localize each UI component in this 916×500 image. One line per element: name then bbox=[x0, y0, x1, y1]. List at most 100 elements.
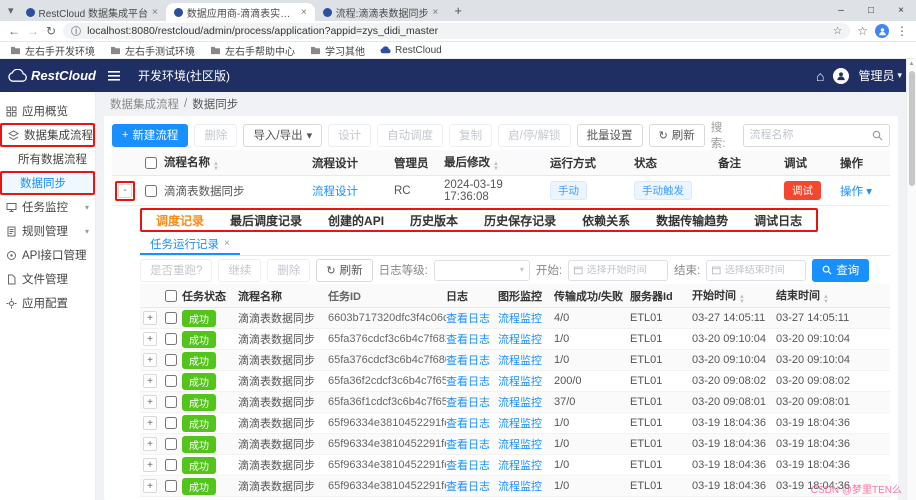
start-stop-unlock-button[interactable]: 启/停/解锁 bbox=[498, 124, 570, 147]
refresh-task-button[interactable]: ↻刷新 bbox=[316, 259, 372, 282]
process-monitor-link[interactable]: 流程监控 bbox=[498, 355, 542, 367]
process-design-link[interactable]: 流程设计 bbox=[312, 186, 358, 198]
sidebar-item-rule-mgmt[interactable]: 规则管理 ▾ bbox=[0, 219, 95, 243]
scroll-up-icon[interactable]: ▲ bbox=[907, 59, 916, 69]
col-last-modified[interactable]: 最后修改▲▼ bbox=[444, 154, 550, 171]
close-icon[interactable]: × bbox=[224, 238, 230, 249]
view-log-link[interactable]: 查看日志 bbox=[446, 355, 490, 367]
sidebar-item-data-integration[interactable]: 数据集成流程 ▾ bbox=[0, 123, 95, 147]
search-icon[interactable] bbox=[872, 130, 883, 141]
browser-tab-1[interactable]: RestCloud 数据集成平台 × bbox=[18, 3, 166, 21]
row-collapse-button[interactable]: - bbox=[118, 184, 132, 198]
refresh-button[interactable]: ↻刷新 bbox=[649, 124, 705, 147]
process-monitor-link[interactable]: 流程监控 bbox=[498, 376, 542, 388]
process-monitor-link[interactable]: 流程监控 bbox=[498, 439, 542, 451]
reload-icon[interactable]: ↻ bbox=[46, 24, 56, 38]
row-expand-button[interactable]: + bbox=[143, 332, 157, 346]
user-avatar[interactable] bbox=[833, 68, 849, 84]
row-checkbox[interactable] bbox=[165, 396, 177, 408]
row-expand-button[interactable]: + bbox=[143, 311, 157, 325]
sidebar-item-task-monitor[interactable]: 任务监控 ▾ bbox=[0, 195, 95, 219]
tab-dependencies[interactable]: 依赖关系 bbox=[582, 212, 630, 229]
row-expand-button[interactable]: + bbox=[143, 353, 157, 367]
delete-button[interactable]: 删除 bbox=[194, 124, 237, 147]
row-checkbox[interactable] bbox=[165, 459, 177, 471]
sort-icon[interactable]: ▲▼ bbox=[823, 295, 829, 304]
select-all-checkbox[interactable] bbox=[165, 290, 177, 302]
row-expand-button[interactable]: + bbox=[143, 458, 157, 472]
design-button[interactable]: 设计 bbox=[328, 124, 371, 147]
row-checkbox[interactable] bbox=[165, 354, 177, 366]
bookmark-star-icon[interactable]: ☆ bbox=[833, 25, 842, 37]
process-name[interactable]: 滴滴表数据同步 bbox=[164, 183, 312, 199]
bookmark-item[interactable]: 左右手测试环境 bbox=[110, 43, 195, 58]
row-expand-button[interactable]: + bbox=[143, 479, 157, 493]
bookmark-item[interactable]: 学习其他 bbox=[310, 43, 365, 58]
tab-close-icon[interactable]: × bbox=[152, 7, 158, 18]
col-process-name[interactable]: 流程名称▲▼ bbox=[164, 154, 312, 171]
site-info-icon[interactable]: i bbox=[71, 26, 81, 36]
scrollbar-thumb[interactable] bbox=[909, 71, 915, 186]
browser-tab-3[interactable]: 流程:滴滴表数据同步 × bbox=[315, 3, 447, 21]
end-time-picker[interactable] bbox=[706, 260, 806, 281]
debug-badge[interactable]: 调试 bbox=[784, 181, 821, 200]
sidebar-item-api-mgmt[interactable]: API接口管理 bbox=[0, 243, 95, 267]
new-tab-button[interactable]: + bbox=[454, 3, 462, 18]
copy-button[interactable]: 复制 bbox=[449, 124, 492, 147]
tab-close-icon[interactable]: × bbox=[432, 7, 438, 18]
view-log-link[interactable]: 查看日志 bbox=[446, 334, 490, 346]
tab-history-versions[interactable]: 历史版本 bbox=[410, 212, 458, 229]
view-log-link[interactable]: 查看日志 bbox=[446, 313, 490, 325]
query-button[interactable]: 查询 bbox=[812, 259, 869, 282]
tab-search-icon[interactable]: ▾ bbox=[8, 4, 14, 17]
row-checkbox[interactable] bbox=[165, 333, 177, 345]
page-scrollbar[interactable]: ▲ bbox=[906, 59, 916, 500]
bookmark-item[interactable]: 左右手帮助中心 bbox=[210, 43, 295, 58]
back-icon[interactable]: ← bbox=[8, 24, 20, 38]
forward-icon[interactable]: → bbox=[27, 24, 39, 38]
sidebar-item-data-sync[interactable]: 数据同步 bbox=[0, 171, 95, 195]
process-monitor-link[interactable]: 流程监控 bbox=[498, 460, 542, 472]
sort-icon[interactable]: ▲▼ bbox=[213, 162, 219, 171]
close-button[interactable]: × bbox=[886, 0, 916, 21]
tab-created-api[interactable]: 创建的API bbox=[328, 212, 384, 229]
row-action-menu[interactable]: 操作 ▾ bbox=[840, 186, 872, 198]
extension-star-icon[interactable]: ☆ bbox=[857, 24, 868, 38]
row-checkbox[interactable] bbox=[165, 417, 177, 429]
row-checkbox[interactable] bbox=[165, 312, 177, 324]
search-input[interactable] bbox=[750, 129, 869, 141]
start-time-picker[interactable] bbox=[568, 260, 668, 281]
sort-icon[interactable]: ▲▼ bbox=[493, 162, 499, 171]
row-checkbox[interactable] bbox=[165, 480, 177, 492]
col-end-time[interactable]: 结束时间▲▼ bbox=[776, 287, 860, 304]
view-log-link[interactable]: 查看日志 bbox=[446, 460, 490, 472]
start-time-input[interactable] bbox=[587, 265, 662, 276]
user-menu[interactable]: 管理员 ▾ bbox=[858, 67, 902, 84]
row-expand-button[interactable]: + bbox=[143, 437, 157, 451]
continue-button[interactable]: 继续 bbox=[218, 259, 261, 282]
browser-profile-avatar[interactable] bbox=[875, 24, 889, 38]
process-monitor-link[interactable]: 流程监控 bbox=[498, 334, 542, 346]
sidebar-item-app-overview[interactable]: 应用概览 bbox=[0, 99, 95, 123]
delete-task-button[interactable]: 删除 bbox=[267, 259, 310, 282]
sidebar-item-all-flows[interactable]: 所有数据流程 bbox=[0, 147, 95, 171]
rerun-button[interactable]: 是否重跑? bbox=[140, 259, 212, 282]
view-log-link[interactable]: 查看日志 bbox=[446, 397, 490, 409]
row-expand-button[interactable]: + bbox=[143, 416, 157, 430]
row-expand-button[interactable]: + bbox=[143, 374, 157, 388]
row-expand-button[interactable]: + bbox=[143, 395, 157, 409]
auto-schedule-button[interactable]: 自动调度 bbox=[377, 124, 443, 147]
import-export-button[interactable]: 导入/导出▾ bbox=[243, 124, 322, 147]
view-log-link[interactable]: 查看日志 bbox=[446, 481, 490, 493]
tab-close-icon[interactable]: × bbox=[301, 7, 307, 18]
col-start-time[interactable]: 开始时间▲▼ bbox=[692, 287, 776, 304]
new-process-button[interactable]: +新建流程 bbox=[112, 124, 188, 147]
log-level-select[interactable]: ▾ bbox=[434, 260, 530, 281]
bookmark-item[interactable]: RestCloud bbox=[380, 45, 442, 56]
view-log-link[interactable]: 查看日志 bbox=[446, 439, 490, 451]
maximize-button[interactable]: □ bbox=[856, 0, 886, 21]
process-monitor-link[interactable]: 流程监控 bbox=[498, 313, 542, 325]
sort-icon[interactable]: ▲▼ bbox=[739, 295, 745, 304]
tab-transfer-trend[interactable]: 数据传输趋势 bbox=[656, 212, 728, 229]
address-bar[interactable]: i localhost:8080/restcloud/admin/process… bbox=[63, 23, 850, 39]
